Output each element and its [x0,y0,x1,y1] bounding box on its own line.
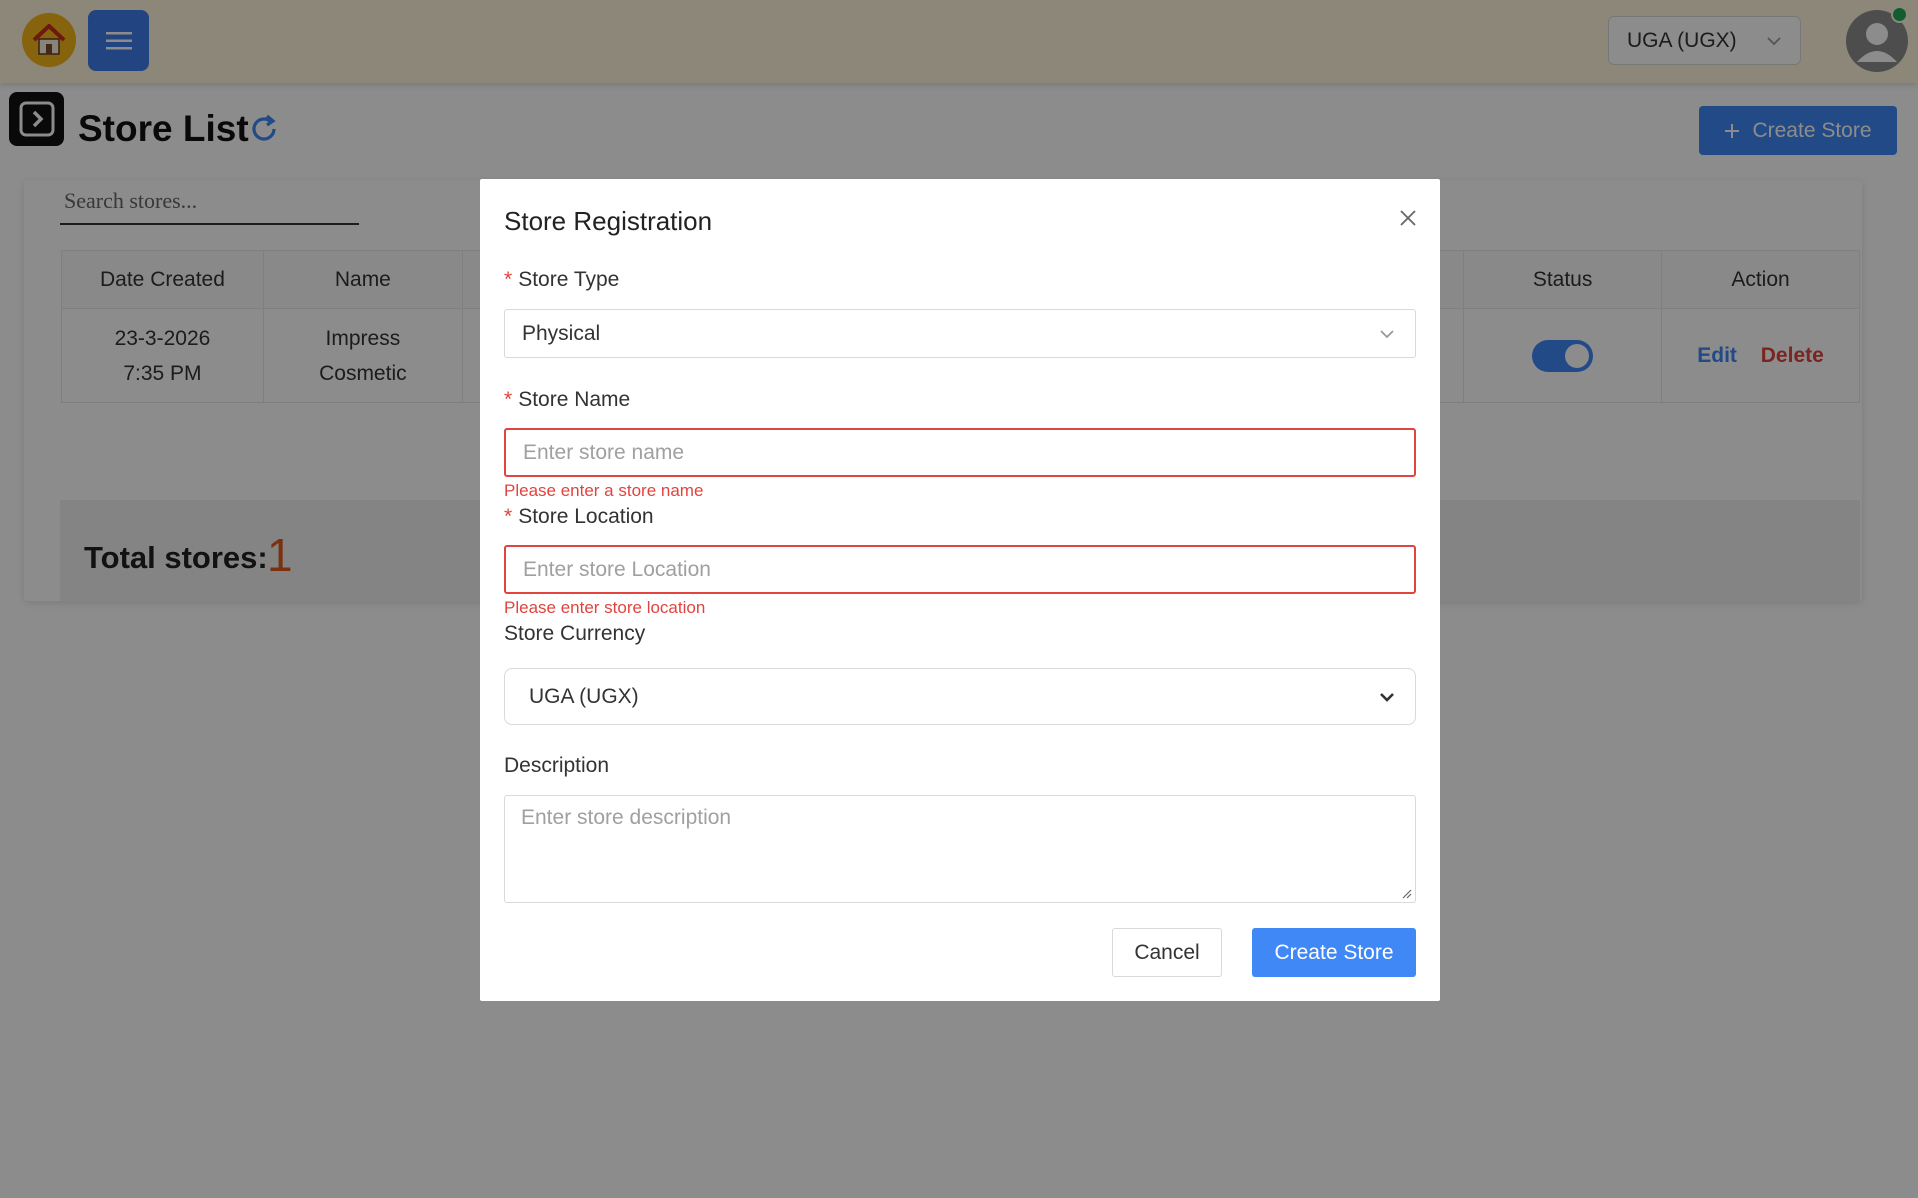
store-name-input[interactable]: Enter store name [504,428,1416,477]
store-type-label: * Store Type [504,268,619,292]
chevron-down-icon [1380,693,1394,702]
description-placeholder: Enter store description [521,806,732,829]
description-textarea[interactable]: Enter store description [504,795,1416,903]
required-mark: * [504,388,513,411]
store-name-error: Please enter a store name [504,481,704,500]
close-icon [1400,210,1416,226]
store-currency-label: Store Currency [504,622,646,645]
store-location-error: Please enter store location [504,598,706,617]
store-registration-modal: Store Registration * Store Type Physical … [480,179,1440,1001]
close-button[interactable] [1393,203,1423,233]
store-location-placeholder: Enter store Location [523,557,711,581]
resize-grip-icon[interactable] [1400,887,1412,899]
required-mark: * [504,268,513,291]
store-type-label-text: Store Type [518,268,620,291]
store-location-input[interactable]: Enter store Location [504,545,1416,594]
store-currency-value: UGA (UGX) [529,684,639,708]
store-type-select[interactable]: Physical [504,309,1416,358]
store-type-value: Physical [522,321,601,345]
create-store-submit-button[interactable]: Create Store [1252,928,1416,977]
store-currency-select[interactable]: UGA (UGX) [504,668,1416,725]
required-mark: * [504,505,513,528]
store-name-placeholder: Enter store name [523,440,685,464]
cancel-button[interactable]: Cancel [1112,928,1222,977]
store-location-label-text: Store Location [518,505,654,528]
description-label: Description [504,754,610,777]
store-location-label: * Store Location [504,505,654,529]
chevron-down-icon [1380,330,1394,339]
store-name-label: * Store Name [504,388,630,412]
modal-title: Store Registration [504,206,713,236]
store-name-label-text: Store Name [518,388,631,411]
